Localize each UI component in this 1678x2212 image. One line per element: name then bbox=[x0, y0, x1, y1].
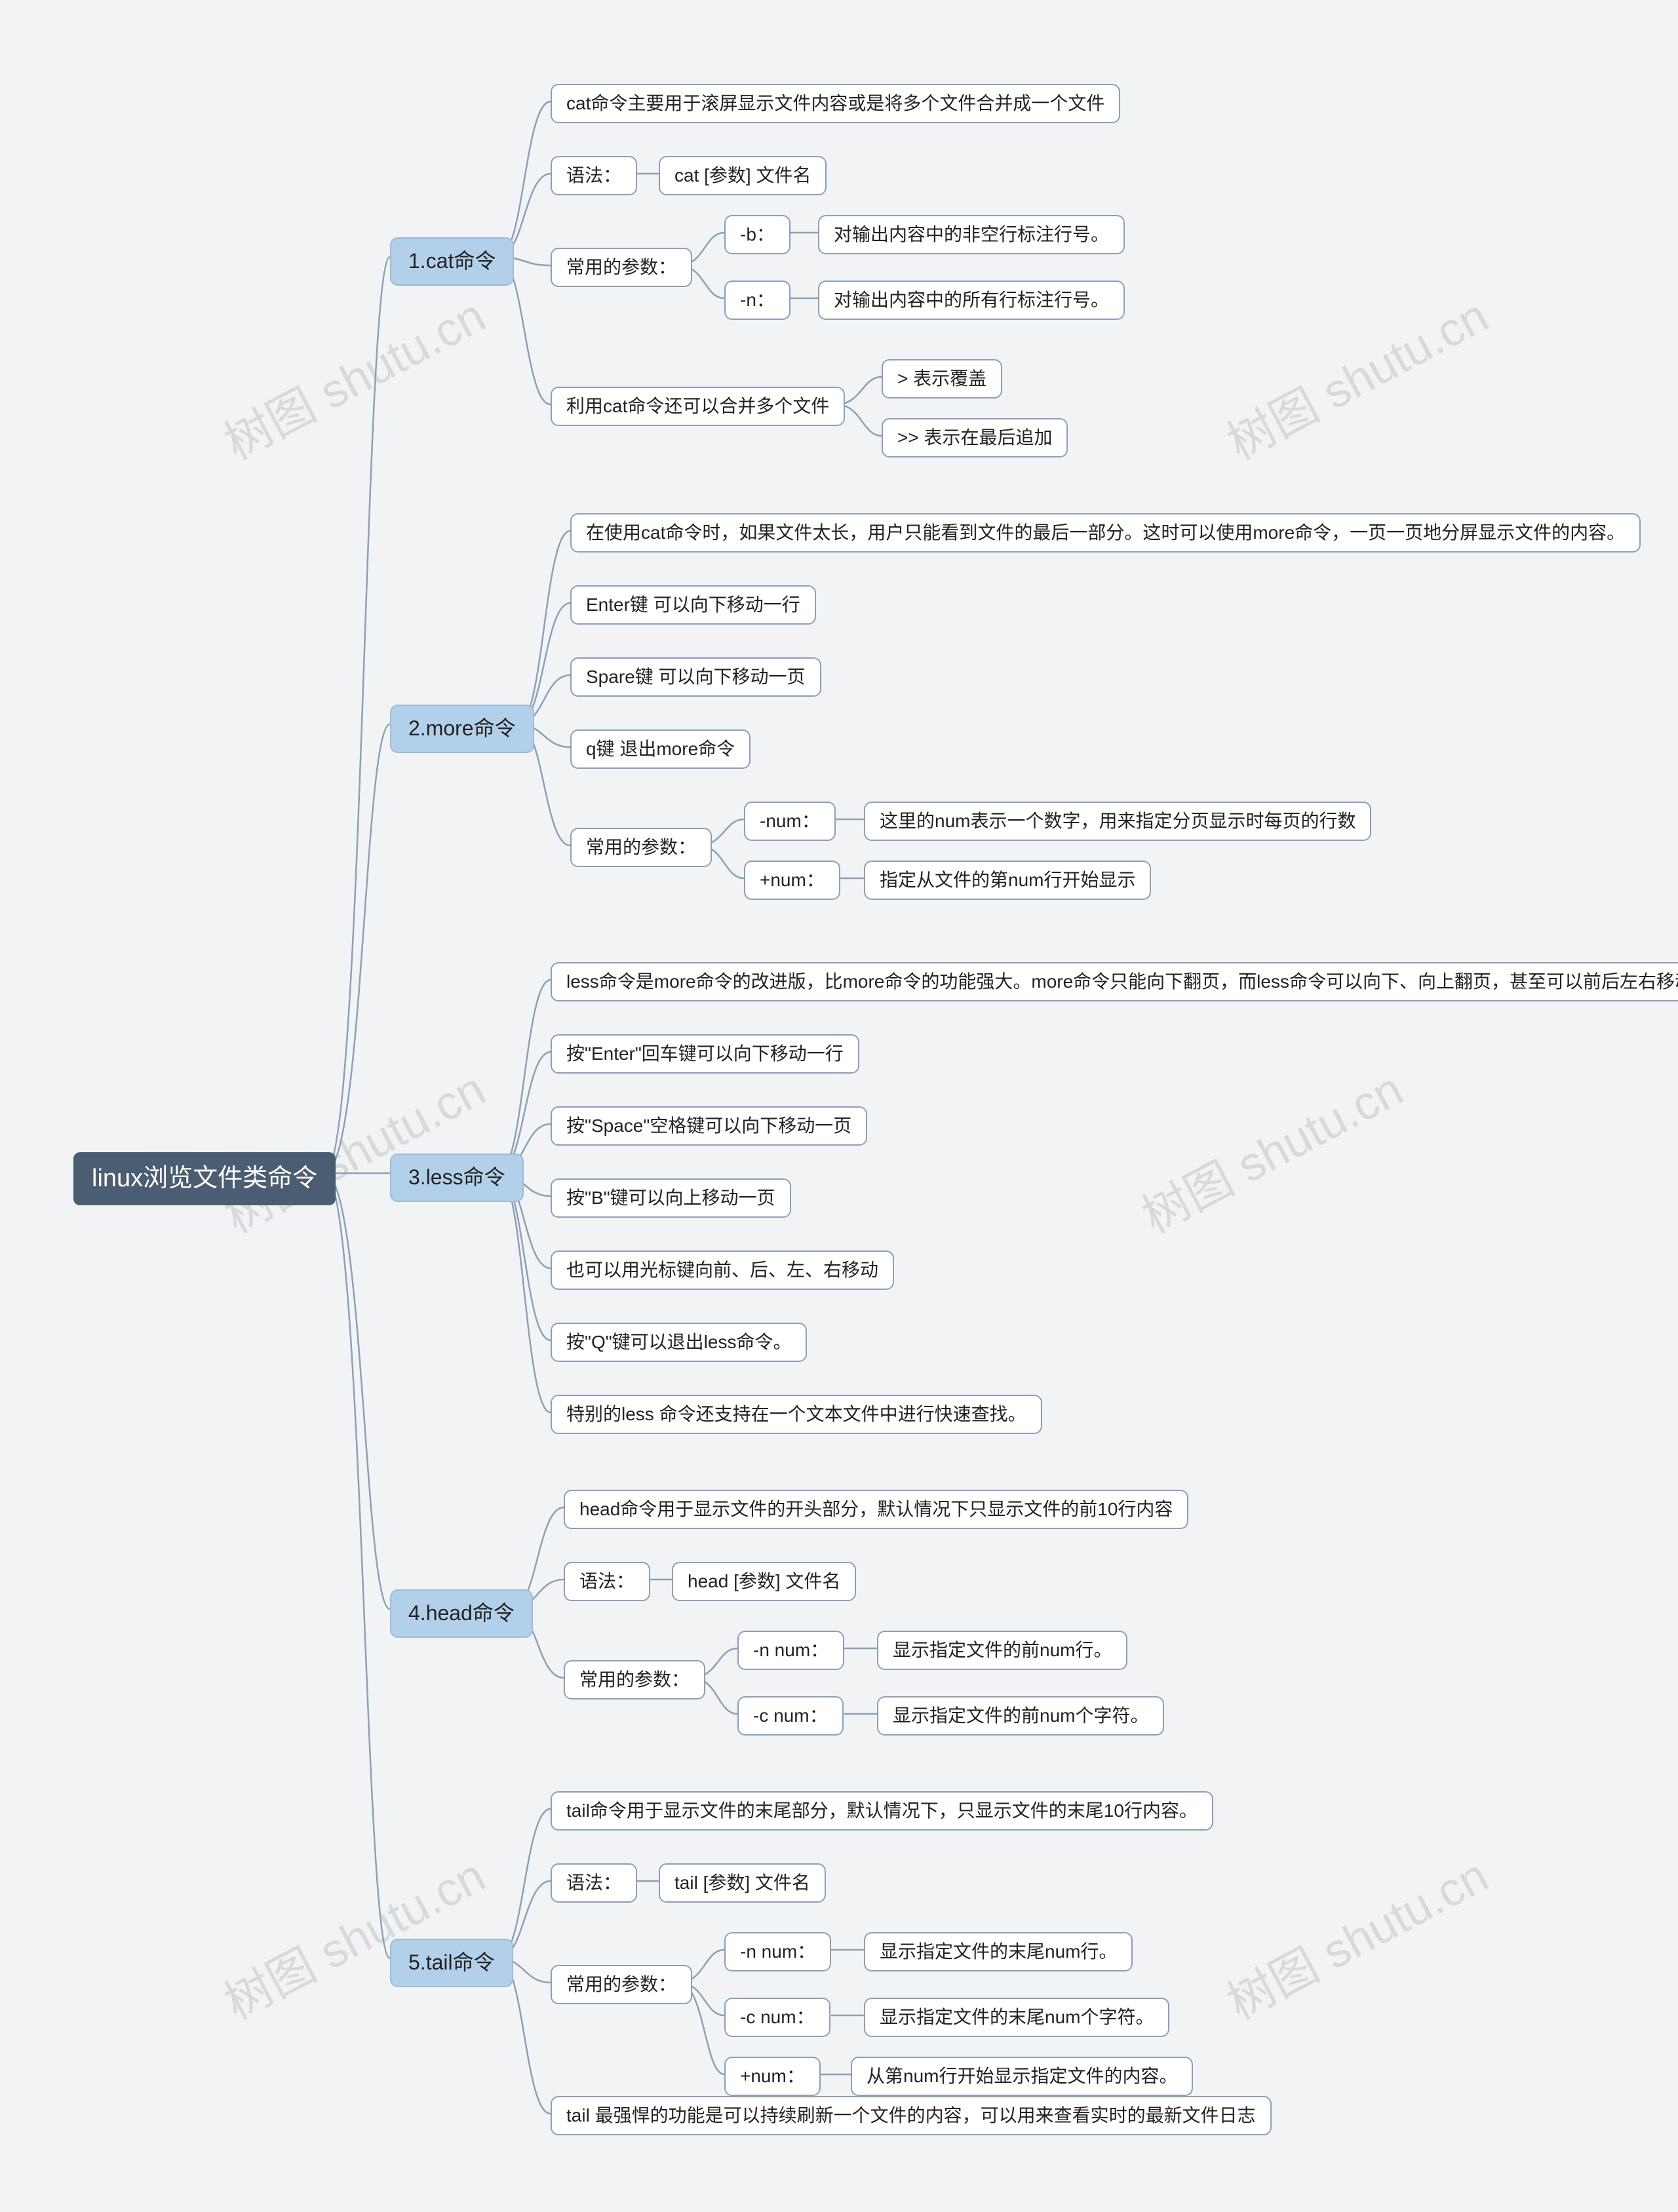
leaf-less-desc: less命令是more命令的改进版，比more命令的功能强大。more命令只能向… bbox=[551, 962, 1678, 1001]
leaf-head-param-n: -n num： bbox=[737, 1631, 844, 1670]
watermark: 树图 shutu.cn bbox=[1128, 1051, 1413, 1246]
leaf-head-param-n-desc: 显示指定文件的前num行。 bbox=[877, 1631, 1127, 1670]
watermark: 树图 shutu.cn bbox=[210, 1051, 495, 1246]
leaf-cat-param-b-desc: 对输出内容中的非空行标注行号。 bbox=[818, 215, 1125, 254]
leaf-more-params-label: 常用的参数： bbox=[570, 828, 712, 867]
leaf-cat-param-n: -n： bbox=[724, 281, 790, 320]
leaf-cat-merge-2: >> 表示在最后追加 bbox=[882, 418, 1068, 457]
leaf-less-enter: 按"Enter"回车键可以向下移动一行 bbox=[551, 1034, 859, 1074]
leaf-tail-param-plus: +num： bbox=[724, 2057, 821, 2096]
leaf-tail-syntax-label: 语法： bbox=[551, 1863, 637, 1903]
leaf-less-space: 按"Space"空格键可以向下移动一页 bbox=[551, 1106, 867, 1146]
watermark: 树图 shutu.cn bbox=[1213, 1838, 1498, 2032]
root-node[interactable]: linux浏览文件类命令 bbox=[73, 1152, 336, 1205]
branch-head[interactable]: 4.head命令 bbox=[390, 1589, 533, 1638]
leaf-more-param-num-desc: 这里的num表示一个数字，用来指定分页显示时每页的行数 bbox=[864, 802, 1371, 841]
leaf-head-desc: head命令用于显示文件的开头部分，默认情况下只显示文件的前10行内容 bbox=[564, 1490, 1188, 1529]
leaf-less-search: 特别的less 命令还支持在一个文本文件中进行快速查找。 bbox=[551, 1395, 1042, 1434]
leaf-more-space: Spare键 可以向下移动一页 bbox=[570, 657, 821, 697]
leaf-more-param-num: -num： bbox=[744, 802, 836, 841]
leaf-tail-param-n: -n num： bbox=[724, 1932, 831, 1971]
leaf-tail-desc: tail命令用于显示文件的末尾部分，默认情况下，只显示文件的末尾10行内容。 bbox=[551, 1791, 1213, 1831]
leaf-less-b: 按"B"键可以向上移动一页 bbox=[551, 1178, 791, 1218]
leaf-more-enter: Enter键 可以向下移动一行 bbox=[570, 585, 816, 625]
leaf-head-params-label: 常用的参数： bbox=[564, 1660, 705, 1699]
watermark: 树图 shutu.cn bbox=[210, 278, 495, 473]
leaf-tail-param-n-desc: 显示指定文件的末尾num行。 bbox=[864, 1932, 1133, 1971]
leaf-cat-merge: 利用cat命令还可以合并多个文件 bbox=[551, 387, 845, 426]
leaf-cat-syntax-label: 语法： bbox=[551, 156, 637, 195]
leaf-tail-syntax-value: tail [参数] 文件名 bbox=[659, 1863, 826, 1903]
branch-tail[interactable]: 5.tail命令 bbox=[390, 1939, 513, 1987]
branch-less[interactable]: 3.less命令 bbox=[390, 1154, 524, 1202]
leaf-head-param-c: -c num： bbox=[737, 1696, 844, 1736]
leaf-more-q: q键 退出more命令 bbox=[570, 729, 751, 769]
leaf-less-q: 按"Q"键可以退出less命令。 bbox=[551, 1323, 807, 1362]
leaf-tail-param-c-desc: 显示指定文件的末尾num个字符。 bbox=[864, 1998, 1169, 2037]
watermark: 树图 shutu.cn bbox=[1213, 278, 1498, 473]
leaf-cat-desc: cat命令主要用于滚屏显示文件内容或是将多个文件合并成一个文件 bbox=[551, 84, 1120, 123]
leaf-tail-param-c: -c num： bbox=[724, 1998, 830, 2037]
branch-more[interactable]: 2.more命令 bbox=[390, 705, 534, 753]
leaf-less-cursor: 也可以用光标键向前、后、左、右移动 bbox=[551, 1251, 894, 1290]
branch-cat[interactable]: 1.cat命令 bbox=[390, 237, 514, 286]
leaf-head-syntax-value: head [参数] 文件名 bbox=[672, 1562, 856, 1601]
leaf-more-param-plus-desc: 指定从文件的第num行开始显示 bbox=[864, 861, 1151, 900]
leaf-more-param-plus: +num： bbox=[744, 861, 840, 900]
leaf-more-desc: 在使用cat命令时，如果文件太长，用户只能看到文件的最后一部分。这时可以使用mo… bbox=[570, 513, 1641, 553]
leaf-cat-param-b: -b： bbox=[724, 215, 790, 254]
leaf-cat-merge-1: > 表示覆盖 bbox=[882, 359, 1002, 398]
leaf-tail-follow: tail 最强悍的功能是可以持续刷新一个文件的内容，可以用来查看实时的最新文件日… bbox=[551, 2096, 1272, 2135]
leaf-cat-params-label: 常用的参数： bbox=[551, 248, 692, 287]
leaf-head-param-c-desc: 显示指定文件的前num个字符。 bbox=[877, 1696, 1164, 1736]
leaf-tail-params-label: 常用的参数： bbox=[551, 1965, 692, 2004]
leaf-cat-syntax-value: cat [参数] 文件名 bbox=[659, 156, 827, 195]
leaf-head-syntax-label: 语法： bbox=[564, 1562, 650, 1601]
watermark: 树图 shutu.cn bbox=[210, 1838, 495, 2032]
leaf-tail-param-plus-desc: 从第num行开始显示指定文件的内容。 bbox=[851, 2057, 1193, 2096]
leaf-cat-param-n-desc: 对输出内容中的所有行标注行号。 bbox=[818, 281, 1125, 320]
